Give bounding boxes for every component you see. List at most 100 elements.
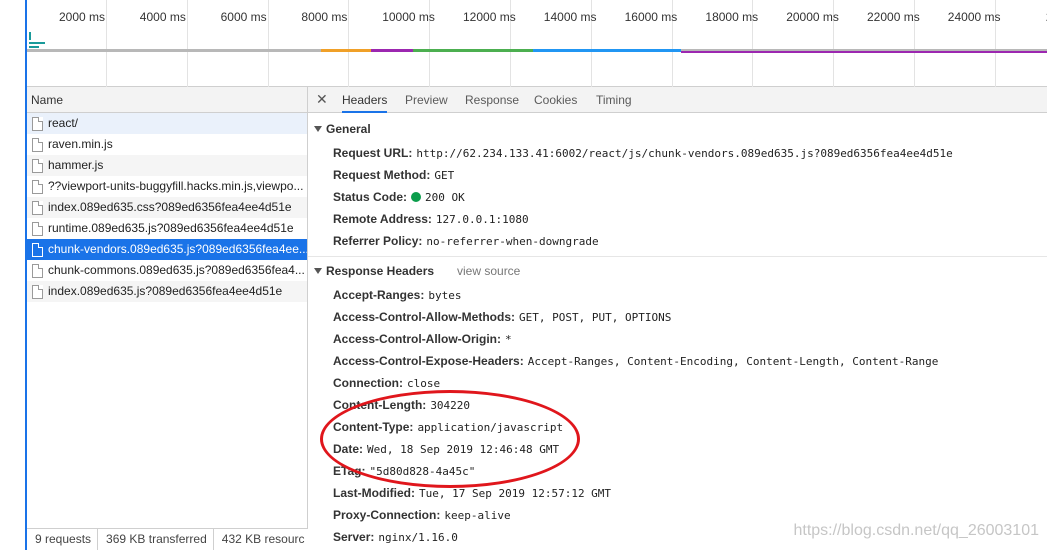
header-row: Request Method: GET [333, 168, 454, 182]
header-key: Connection: [333, 376, 403, 390]
header-key: Content-Length: [333, 398, 427, 412]
request-row[interactable]: ??viewport-units-buggyfill.hacks.min.js,… [27, 176, 307, 197]
timeline-tick-label: 2000 ms [59, 10, 106, 24]
file-icon [32, 180, 43, 194]
request-row[interactable]: runtime.089ed635.js?089ed6356fea4ee4d51e [27, 218, 307, 239]
header-row: Access-Control-Allow-Origin: * [333, 332, 512, 346]
timeline-gridline [186, 0, 188, 87]
file-icon [32, 264, 43, 278]
header-row: Referrer Policy: no-referrer-when-downgra… [333, 234, 599, 248]
request-list-panel: Name react/raven.min.js hammer.js ??viewpo… [27, 87, 308, 550]
timeline-tick-label: 4000 ms [139, 10, 186, 24]
tab-response[interactable]: Response [465, 87, 519, 113]
file-icon [32, 201, 43, 215]
header-row: Request URL: http://62.234.133.41:6002/re… [333, 146, 953, 160]
view-source-link[interactable]: view source [457, 264, 520, 278]
request-name: hammer.js [48, 158, 104, 172]
request-list: react/raven.min.js hammer.js ??viewport-un… [27, 113, 307, 302]
request-name: ??viewport-units-buggyfill.hacks.min.js,… [48, 179, 304, 193]
header-value: keep-alive [444, 509, 511, 522]
header-value: 304220 [430, 399, 471, 412]
name-column-header[interactable]: Name [27, 87, 307, 113]
header-row: Content-Length: 304220 [333, 398, 470, 412]
header-key: Server: [333, 530, 375, 544]
tab-cookies[interactable]: Cookies [534, 87, 577, 113]
header-row: Content-Type: application/javascript [333, 420, 563, 434]
request-row[interactable]: chunk-vendors.089ed635.js?089ed6356fea4e… [27, 239, 307, 260]
header-row: Status Code: 200 OK [333, 190, 465, 204]
header-value: GET [434, 169, 455, 182]
request-name: runtime.089ed635.js?089ed6356fea4ee4d51e [48, 221, 294, 235]
header-key: Content-Type: [333, 420, 414, 434]
request-row[interactable]: hammer.js [27, 155, 307, 176]
header-value: close [407, 377, 441, 390]
watermark: https://blog.csdn.net/qq_26003101 [793, 522, 1039, 539]
header-key: Remote Address: [333, 212, 432, 226]
tab-headers[interactable]: Headers [342, 87, 388, 113]
header-row: Accept-Ranges: bytes [333, 288, 461, 302]
header-value: bytes [428, 289, 462, 302]
request-name: react/ [48, 116, 79, 130]
header-value: Accept-Ranges, Content-Encoding, Content… [527, 355, 939, 368]
file-icon [32, 222, 43, 236]
timeline-overview[interactable]: 2000 ms 4000 ms 6000 ms 8000 ms 10000 ms 1200… [27, 0, 1047, 87]
request-name: raven.min.js [48, 137, 113, 151]
timeline-tick-label: 2600 [1029, 10, 1047, 24]
resource-size: 432 KB resourc [221, 532, 305, 546]
timeline-green-bar [413, 49, 533, 52]
request-details-panel: ✕ Headers Preview Response Cookies Timin… [308, 87, 1047, 550]
header-key: Access-Control-Allow-Origin: [333, 332, 502, 346]
timeline-tick-label: 16000 ms [624, 10, 678, 24]
tab-preview[interactable]: Preview [405, 87, 448, 113]
general-section-toggle[interactable]: General [314, 122, 371, 136]
header-row: Proxy-Connection: keep-alive [333, 508, 511, 522]
response-headers-title: Response Headers [326, 264, 435, 278]
timeline-tick-label: 14000 ms [543, 10, 597, 24]
tab-timing[interactable]: Timing [596, 87, 632, 113]
header-key: ETag: [333, 464, 366, 478]
timeline-tick-label: 10000 ms [382, 10, 435, 24]
request-row[interactable]: index.089ed635.js?089ed6356fea4ee4d51e [27, 281, 307, 302]
request-name: index.089ed635.css?089ed6356fea4ee4d51e [48, 200, 292, 214]
header-key: Access-Control-Expose-Headers: [333, 354, 524, 368]
timeline-tick-label: 20000 ms [786, 10, 839, 24]
timeline-gridline [348, 0, 350, 87]
timeline-tick-label: 12000 ms [463, 10, 516, 24]
close-icon[interactable]: ✕ [316, 91, 328, 108]
header-key: Date: [333, 442, 364, 456]
header-row: Connection: close [333, 376, 440, 390]
timeline-mini-bar-1 [29, 32, 31, 40]
request-row[interactable]: chunk-commons.089ed635.js?089ed6356fea4.… [27, 260, 307, 281]
timeline-purple-line [681, 51, 1047, 53]
header-value: Tue, 17 Sep 2019 12:57:12 GMT [419, 487, 612, 500]
request-row[interactable]: index.089ed635.css?089ed6356fea4ee4d51e [27, 197, 307, 218]
request-name: chunk-commons.089ed635.js?089ed6356fea4.… [48, 263, 305, 277]
header-value: application/javascript [417, 421, 564, 434]
header-row: Access-Control-Expose-Headers: Accept-Ran… [333, 354, 938, 368]
header-value: 127.0.0.1:1080 [435, 213, 529, 226]
header-value: 200 OK [425, 191, 465, 204]
transferred-size: 369 KB transferred [98, 529, 214, 550]
header-value: "5d80d828-4a45c" [369, 465, 476, 478]
timeline-gridline [267, 0, 269, 87]
status-bar: 9 requests 369 KB transferred 432 KB resou… [27, 528, 308, 550]
response-headers-toggle[interactable]: Response Headers [314, 264, 434, 278]
request-row[interactable]: react/ [27, 113, 307, 134]
header-value: GET, POST, PUT, OPTIONS [519, 311, 672, 324]
status-ok-icon [411, 192, 422, 202]
timeline-blue-bar [533, 49, 681, 52]
header-key: Proxy-Connection: [333, 508, 441, 522]
header-key: Referrer Policy: [333, 234, 423, 248]
timeline-tick-label: 6000 ms [220, 10, 267, 24]
header-value: nginx/1.16.0 [378, 531, 458, 544]
timeline-tick-label: 8000 ms [301, 10, 348, 24]
timeline-tick-label: 22000 ms [867, 10, 920, 24]
header-row: Remote Address: 127.0.0.1:1080 [333, 212, 529, 226]
file-icon [32, 285, 43, 299]
header-key: Request Method: [333, 168, 431, 182]
timeline-purple-bar [371, 49, 413, 52]
header-key: Accept-Ranges: [333, 288, 425, 302]
left-edge-strip [0, 0, 27, 550]
request-row[interactable]: raven.min.js [27, 134, 307, 155]
header-key: Access-Control-Allow-Methods: [333, 310, 516, 324]
